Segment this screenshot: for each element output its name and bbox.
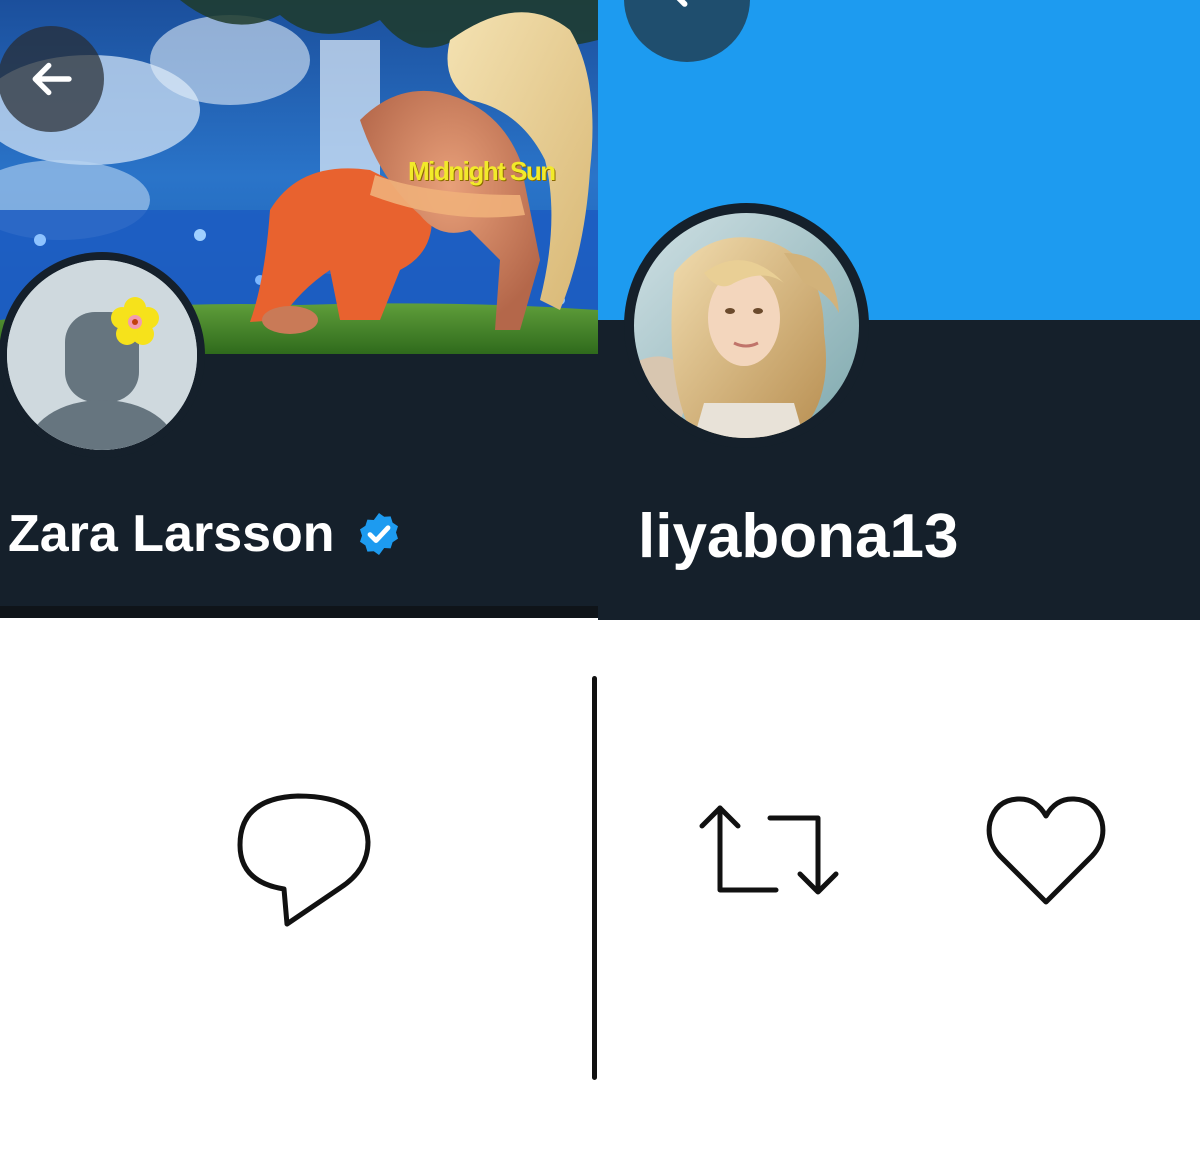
- display-name-row: Zara Larsson: [8, 508, 403, 560]
- banner-title-text: Midnight Sun: [408, 156, 556, 186]
- default-avatar-icon: [7, 260, 197, 450]
- verified-badge-icon[interactable]: [355, 510, 403, 558]
- avatar-photo: [634, 213, 859, 438]
- back-button[interactable]: [0, 26, 104, 132]
- left-profile-header: Midnight Sun Zara Larsson: [0, 0, 598, 618]
- comparison-screenshot: Midnight Sun Zara Larsson liyabona13: [0, 0, 1200, 1164]
- default-avatar: [7, 260, 197, 450]
- profile-photo-image: [634, 213, 859, 438]
- like-icon[interactable]: [984, 794, 1108, 910]
- arrow-left-icon: [676, 0, 688, 7]
- username-handle: liyabona13: [638, 502, 959, 571]
- profile-avatar[interactable]: [0, 252, 205, 458]
- right-profile-header: liyabona13: [598, 0, 1200, 620]
- section-divider: [0, 606, 598, 618]
- center-divider-line: [592, 676, 597, 1080]
- arrow-left-icon: [32, 62, 72, 96]
- profile-avatar[interactable]: [624, 203, 869, 448]
- retweet-icon[interactable]: [698, 800, 842, 904]
- display-name: Zara Larsson: [8, 505, 335, 563]
- reply-icon[interactable]: [232, 790, 374, 932]
